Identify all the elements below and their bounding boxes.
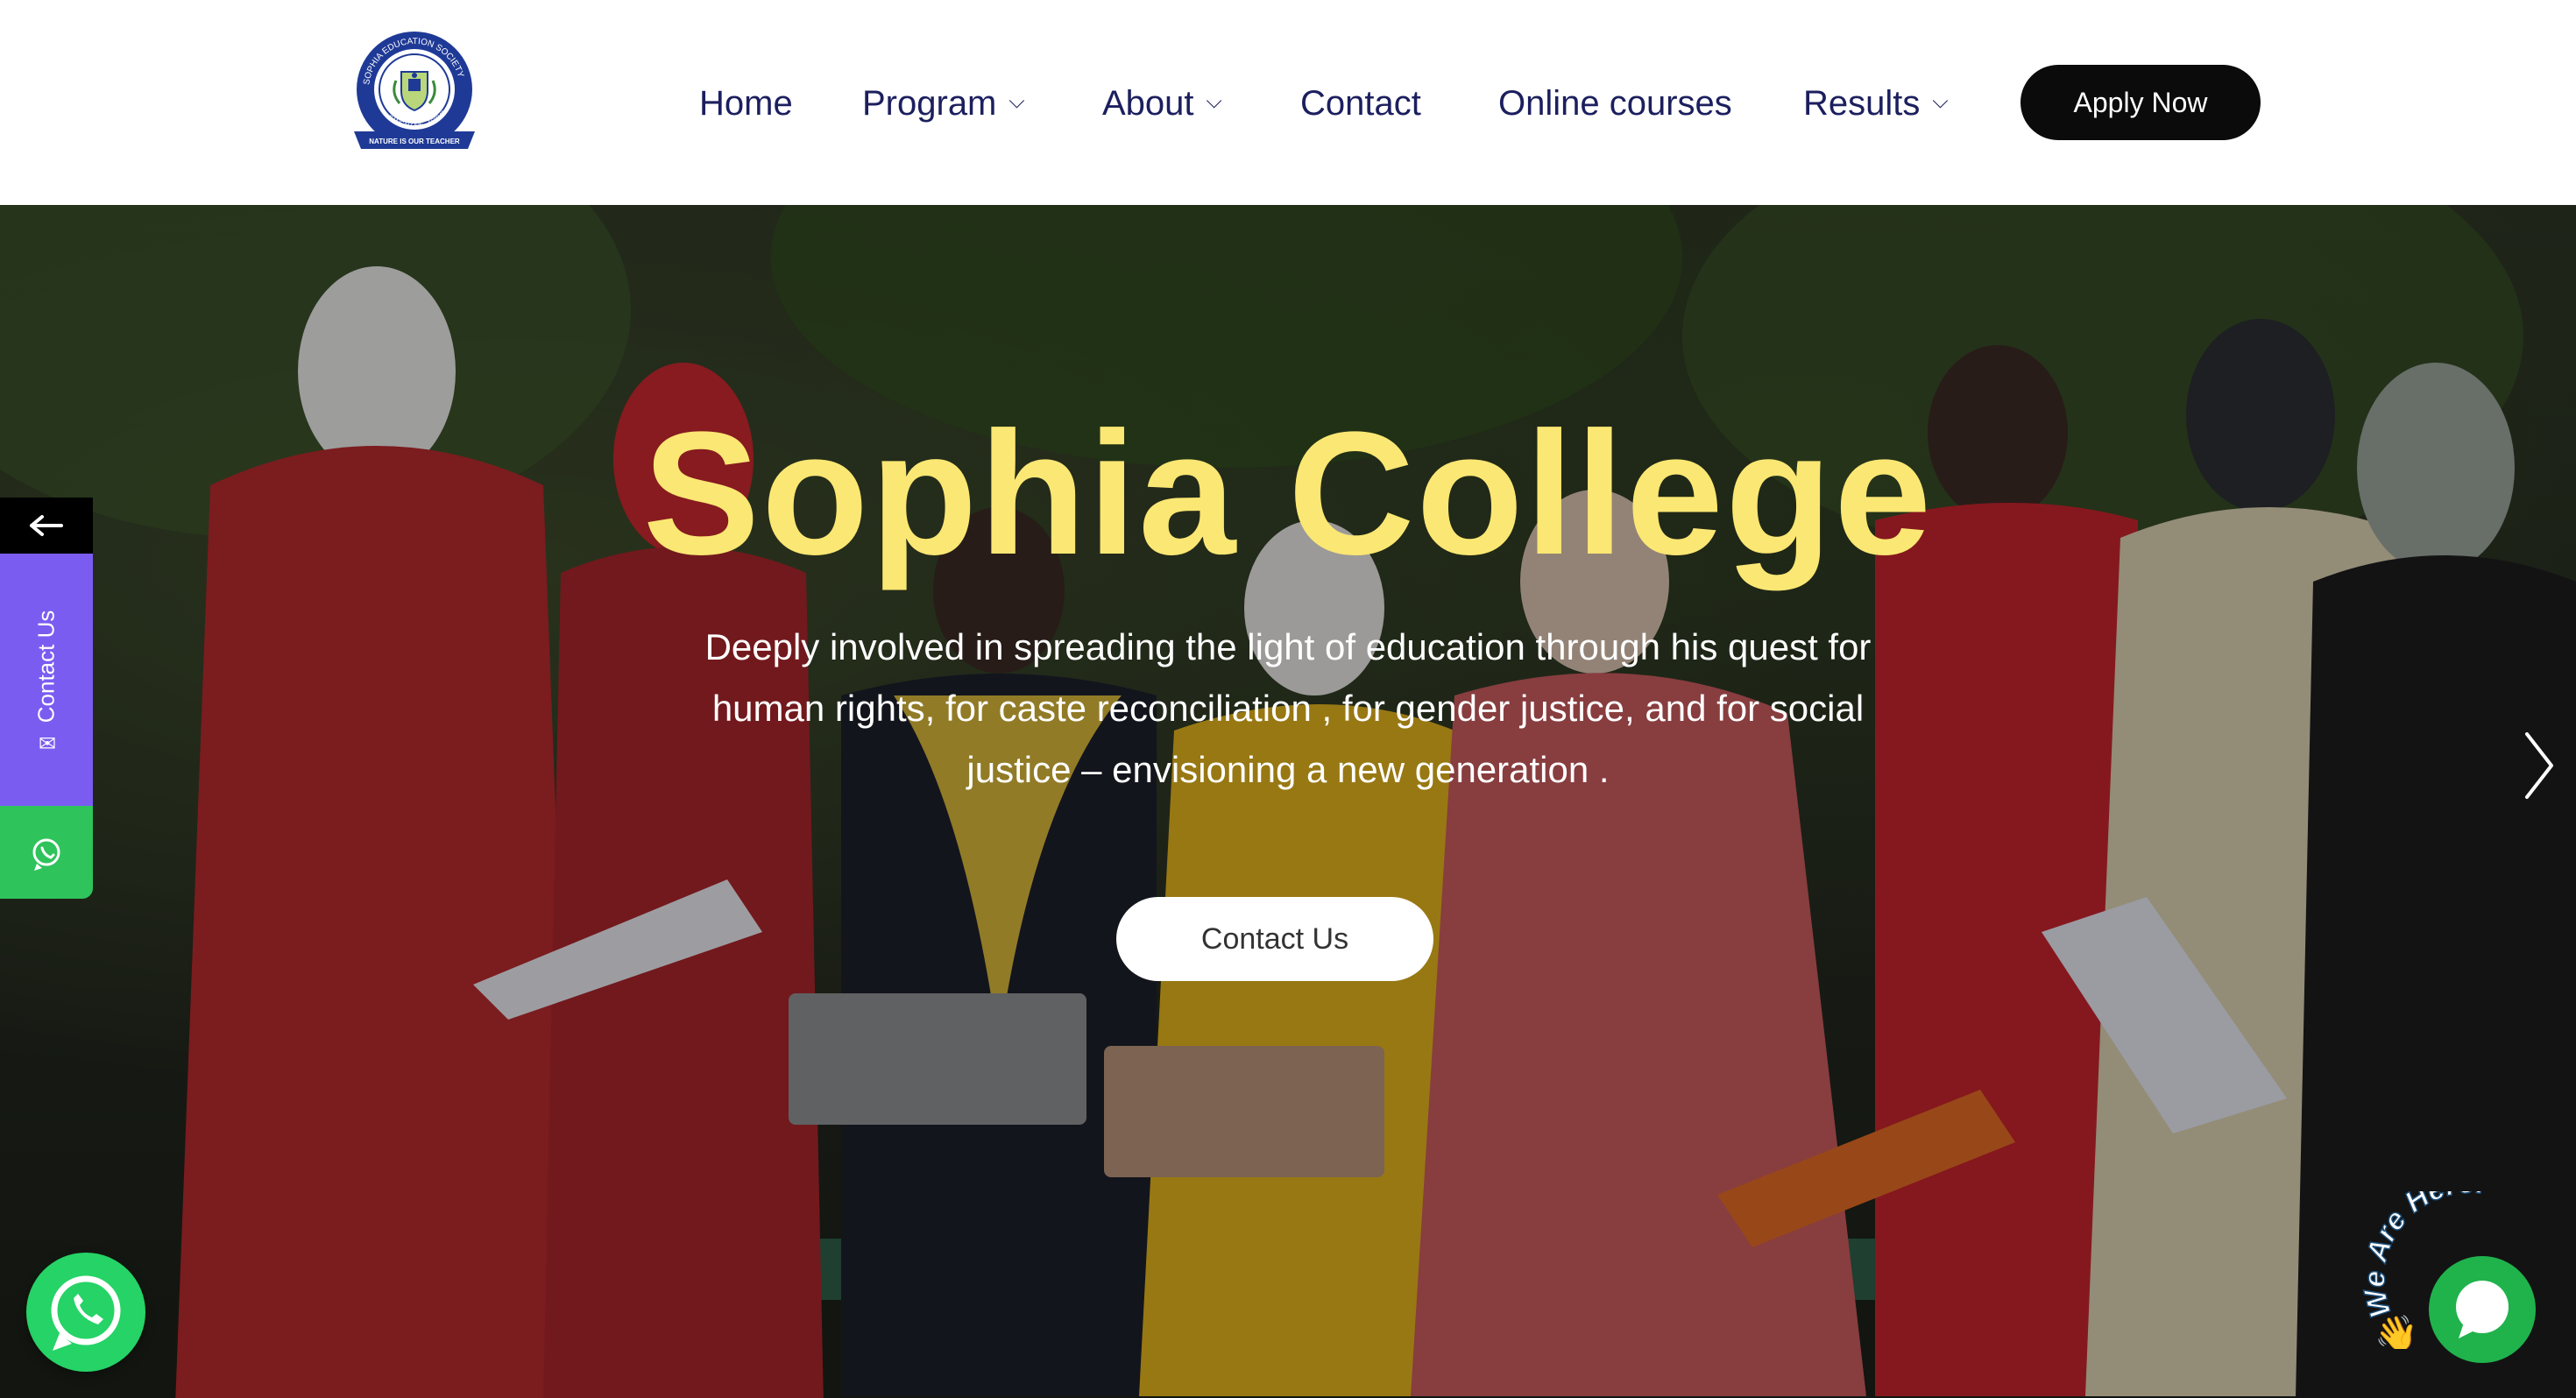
nav-contact[interactable]: Contact — [1300, 77, 1421, 130]
nav-about-label: About — [1102, 84, 1194, 123]
envelope-icon: ✉ — [38, 731, 57, 756]
whatsapp-icon — [51, 1275, 121, 1351]
side-contact-label: Contact Us — [32, 610, 60, 724]
side-contact-label-wrap: ✉ Contact Us — [32, 610, 60, 756]
hero-contact-button[interactable]: Contact Us — [1116, 897, 1433, 981]
chevron-down-icon: ⌵ — [1932, 89, 1949, 114]
nav-results-label: Results — [1803, 84, 1921, 123]
main-nav: Home Program ⌵ About ⌵ Contact Online cour… — [0, 0, 2576, 205]
side-contact-tab[interactable]: ✉ Contact Us — [0, 554, 93, 806]
side-widget-toggle[interactable] — [0, 498, 93, 554]
nav-online-courses-label: Online courses — [1498, 84, 1732, 123]
hero-banner: Sophia College Deeply involved in spread… — [0, 205, 2576, 1398]
nav-program[interactable]: Program ⌵ — [862, 77, 1025, 130]
chevron-right-icon[interactable] — [2513, 713, 2565, 818]
apply-now-button[interactable]: Apply Now — [2020, 65, 2261, 140]
nav-home[interactable]: Home — [699, 77, 793, 130]
hero-subtitle-line: justice – envisioning a new generation . — [966, 749, 1610, 790]
chat-launcher-button[interactable] — [2429, 1256, 2536, 1363]
arrow-left-icon — [30, 515, 63, 536]
hero-subtitle-line: Deeply involved in spreading the light o… — [704, 626, 1872, 667]
hero-title: Sophia College — [642, 396, 1934, 591]
nav-results[interactable]: Results ⌵ — [1803, 77, 1949, 130]
nav-about[interactable]: About ⌵ — [1102, 77, 1222, 130]
site-header: SOPHIA EDUCATION SOCIETY BANGALORE · 560… — [0, 0, 2576, 205]
side-whatsapp-tab[interactable] — [0, 806, 93, 899]
chat-bubble-icon — [2456, 1281, 2509, 1338]
whatsapp-icon — [32, 838, 60, 871]
nav-program-label: Program — [862, 84, 997, 123]
nav-home-label: Home — [699, 84, 793, 123]
whatsapp-float-button[interactable] — [26, 1253, 145, 1372]
hero-overlay — [0, 205, 2576, 1398]
hero-subtitle: Deeply involved in spreading the light o… — [675, 617, 1901, 801]
hero-subtitle-line: human rights, for caste reconciliation ,… — [711, 688, 1865, 729]
chevron-down-icon: ⌵ — [1008, 89, 1025, 114]
waving-hand-icon: 👋 — [2374, 1315, 2418, 1349]
nav-online-courses[interactable]: Online courses — [1498, 77, 1732, 130]
chevron-down-icon: ⌵ — [1206, 89, 1222, 114]
nav-contact-label: Contact — [1300, 84, 1421, 123]
